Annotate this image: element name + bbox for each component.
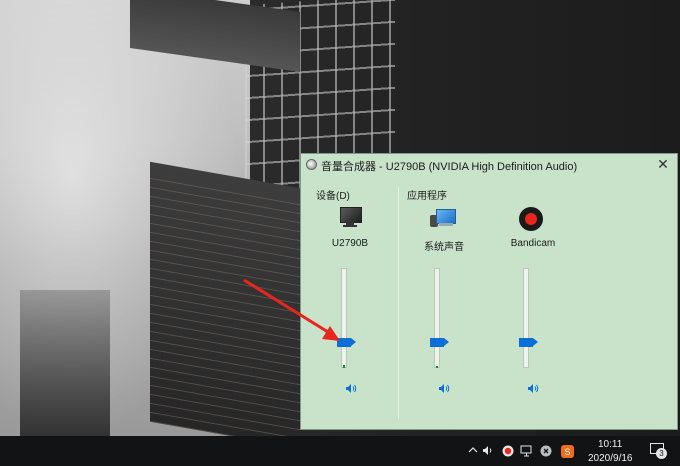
peak-meter-device	[343, 365, 345, 368]
sogou-ime-icon[interactable]: S	[561, 445, 574, 458]
speaker-icon	[439, 384, 450, 393]
channel-name-bandicam: Bandicam	[510, 238, 556, 249]
volume-thumb-system-sounds[interactable]	[430, 338, 449, 347]
device-section-label: 设备(D)	[316, 191, 350, 202]
clock-date[interactable]: 2020/9/16	[588, 453, 633, 464]
section-divider	[398, 187, 399, 419]
peak-meter-system-sounds	[436, 366, 438, 368]
volume-slider-bandicam[interactable]	[523, 268, 529, 368]
apps-section-label: 应用程序	[407, 191, 447, 202]
notification-center-button[interactable]: 3	[650, 443, 667, 459]
speaker-icon	[528, 384, 539, 393]
channel-name-device: U2790B	[331, 238, 369, 249]
close-button[interactable]: ✕	[655, 156, 671, 172]
mute-button-system-sounds[interactable]	[437, 383, 451, 395]
channel-name-system-sounds: 系统声音	[424, 242, 464, 253]
volume-mixer-window: 音量合成器 - U2790B (NVIDIA High Definition A…	[300, 153, 678, 430]
system-sounds-icon[interactable]	[430, 207, 456, 231]
network-icon[interactable]	[520, 445, 532, 457]
mute-button-bandicam[interactable]	[526, 383, 540, 395]
speaker-app-icon	[306, 159, 317, 170]
speaker-icon[interactable]	[482, 445, 494, 457]
distant-tower	[20, 290, 110, 436]
monitor-icon[interactable]	[337, 207, 363, 231]
volume-slider-system-sounds[interactable]	[434, 268, 440, 368]
volume-thumb-device[interactable]	[337, 338, 356, 347]
clock-time[interactable]: 10:11	[598, 439, 622, 450]
title-bar[interactable]: 音量合成器 - U2790B (NVIDIA High Definition A…	[301, 154, 677, 176]
window-title: 音量合成器 - U2790B (NVIDIA High Definition A…	[321, 161, 578, 173]
chevron-up-icon[interactable]	[467, 445, 479, 457]
notification-count-badge: 3	[656, 448, 667, 459]
record-icon[interactable]	[502, 445, 514, 457]
taskbar: S	[0, 436, 680, 466]
bandicam-record-icon[interactable]	[519, 207, 545, 231]
svg-text:S: S	[564, 447, 570, 457]
volume-slider-device[interactable]	[341, 268, 347, 368]
skyscraper-left-floors	[150, 171, 300, 436]
mute-button-device[interactable]	[344, 383, 358, 395]
close-circle-icon[interactable]	[540, 445, 552, 457]
volume-thumb-bandicam[interactable]	[519, 338, 538, 347]
speaker-icon	[346, 384, 357, 393]
